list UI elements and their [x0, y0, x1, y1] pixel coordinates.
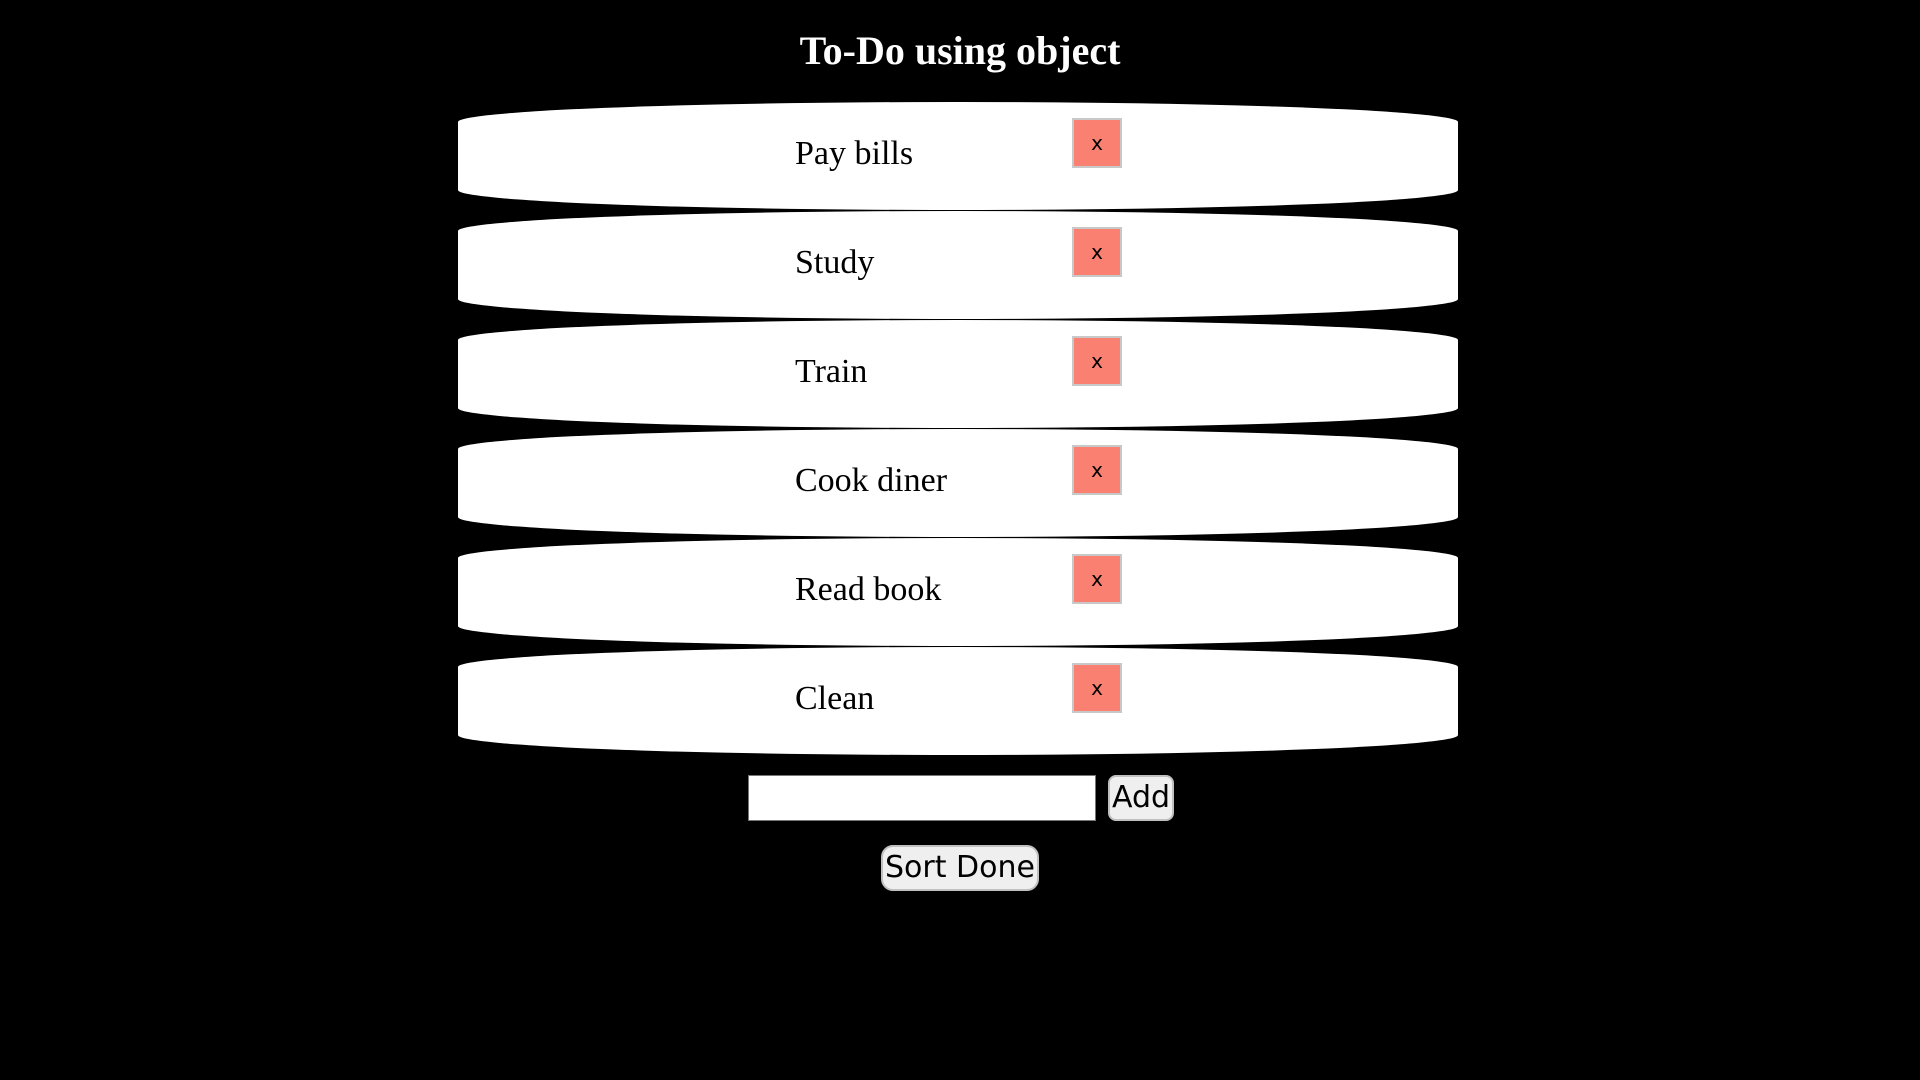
delete-button[interactable]: x	[1072, 663, 1122, 713]
todo-item-text: Clean	[795, 680, 875, 717]
todo-item-text: Pay bills	[795, 135, 914, 172]
todo-item[interactable]: Clean x	[458, 647, 1458, 755]
sort-done-button[interactable]: Sort Done	[881, 845, 1039, 891]
todo-item-text: Cook diner	[795, 462, 948, 499]
todo-item-text: Train	[795, 353, 868, 390]
add-button[interactable]: Add	[1108, 775, 1174, 821]
todo-item[interactable]: Pay bills x	[458, 102, 1458, 210]
todo-item[interactable]: Study x	[458, 211, 1458, 319]
new-todo-input[interactable]	[748, 775, 1096, 821]
todo-item[interactable]: Read book x	[458, 538, 1458, 646]
todo-item-text: Read book	[795, 571, 942, 608]
page-title: To-Do using object	[799, 28, 1121, 73]
delete-button[interactable]: x	[1072, 445, 1122, 495]
todo-item[interactable]: Train x	[458, 320, 1458, 428]
todo-item[interactable]: Cook diner x	[458, 429, 1458, 537]
todo-item-text: Study	[795, 244, 875, 281]
delete-button[interactable]: x	[1072, 554, 1122, 604]
delete-button[interactable]: x	[1072, 118, 1122, 168]
todo-list: Pay bills x Study x Train x Cook diner x…	[458, 102, 1458, 756]
delete-button[interactable]: x	[1072, 227, 1122, 277]
delete-button[interactable]: x	[1072, 336, 1122, 386]
